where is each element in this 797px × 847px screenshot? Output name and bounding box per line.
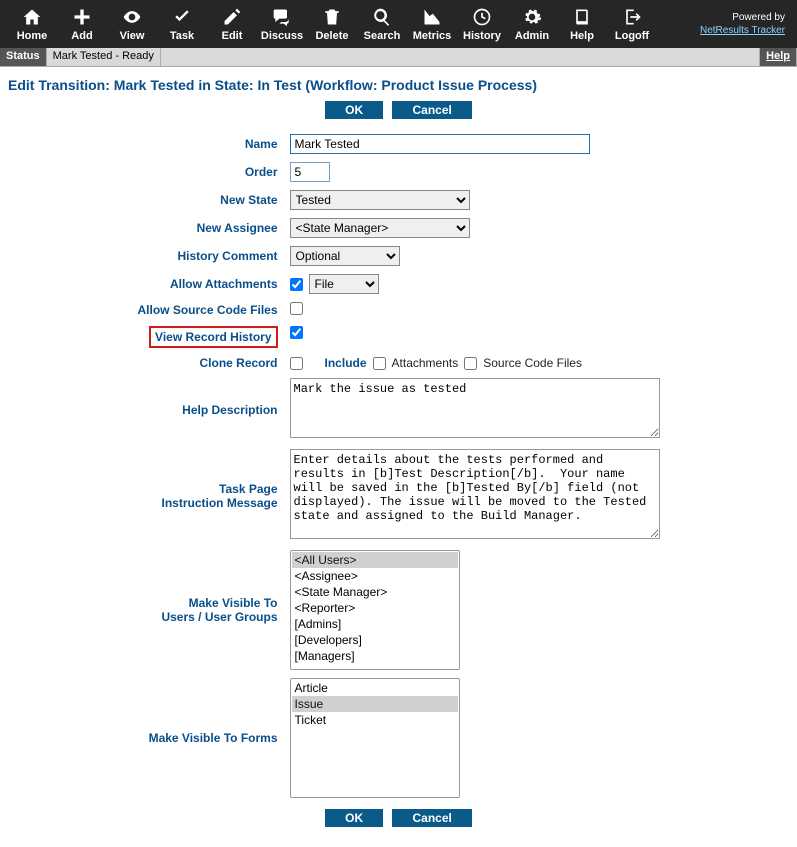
toolbar-home[interactable]: Home [8, 6, 56, 42]
allow-source-label: Allow Source Code Files [133, 299, 283, 321]
new-state-label: New State [133, 187, 283, 213]
status-text: Mark Tested - Ready [47, 48, 161, 66]
clone-attachments-label: Attachments [392, 356, 459, 370]
powered-by-block: Powered by NetResults Tracker [700, 11, 789, 37]
toolbar-help[interactable]: Help [558, 6, 606, 42]
list-option[interactable]: <All Users> [292, 552, 458, 568]
clone-source-label: Source Code Files [483, 356, 582, 370]
visible-users-label-2: Users / User Groups [161, 610, 277, 624]
clone-attachments-checkbox[interactable] [373, 357, 386, 370]
cancel-button-top[interactable]: Cancel [392, 101, 471, 119]
list-option[interactable]: Article [292, 680, 458, 696]
view-record-history-checkbox[interactable] [290, 326, 303, 339]
history-comment-select[interactable]: Optional [290, 246, 400, 266]
new-assignee-label: New Assignee [133, 215, 283, 241]
chart-icon [422, 6, 442, 28]
powered-by-text: Powered by [732, 12, 785, 23]
toolbar-add[interactable]: Add [58, 6, 106, 42]
clone-record-label: Clone Record [133, 353, 283, 373]
ok-button-top[interactable]: OK [325, 101, 383, 119]
trash-icon [322, 6, 342, 28]
eye-icon [122, 6, 142, 28]
visible-forms-select[interactable]: ArticleIssueTicket [290, 678, 460, 798]
order-label: Order [133, 159, 283, 185]
visible-forms-label: Make Visible To Forms [133, 675, 283, 801]
gear-icon [522, 6, 542, 28]
help-desc-label: Help Description [133, 375, 283, 444]
toolbar-admin[interactable]: Admin [508, 6, 556, 42]
toolbar-logoff[interactable]: Logoff [608, 6, 656, 42]
list-option[interactable]: [Admins] [292, 616, 458, 632]
toolbar-task[interactable]: Task [158, 6, 206, 42]
new-assignee-select[interactable]: <State Manager> [290, 218, 470, 238]
clone-record-checkbox[interactable] [290, 357, 303, 370]
home-icon [22, 6, 42, 28]
toolbar-discuss[interactable]: Discuss [258, 6, 306, 42]
attachment-type-select[interactable]: File [309, 274, 379, 294]
visible-users-select[interactable]: <All Users><Assignee><State Manager><Rep… [290, 550, 460, 670]
comments-icon [272, 6, 292, 28]
view-record-history-label: View Record History [149, 326, 277, 348]
page-title: Edit Transition: Mark Tested in State: I… [8, 77, 789, 93]
pencil-icon [222, 6, 242, 28]
allow-source-checkbox[interactable] [290, 302, 303, 315]
plus-icon [72, 6, 92, 28]
list-option[interactable]: Ticket [292, 712, 458, 728]
book-icon [572, 6, 592, 28]
toolbar-edit[interactable]: Edit [208, 6, 256, 42]
logout-icon [622, 6, 642, 28]
list-option[interactable]: Issue [292, 696, 458, 712]
toolbar-history[interactable]: History [458, 6, 506, 42]
list-option[interactable]: [Developers] [292, 632, 458, 648]
order-input[interactable] [290, 162, 330, 182]
task-instr-label-1: Task Page [219, 482, 277, 496]
toolbar-delete[interactable]: Delete [308, 6, 356, 42]
status-label: Status [0, 48, 47, 66]
name-label: Name [133, 131, 283, 157]
visible-users-label-1: Make Visible To [189, 596, 278, 610]
main-toolbar: HomeAddViewTaskEditDiscussDeleteSearchMe… [0, 0, 797, 48]
new-state-select[interactable]: Tested [290, 190, 470, 210]
task-instr-textarea[interactable]: Enter details about the tests performed … [290, 449, 660, 539]
clone-include-label: Include [325, 356, 367, 370]
cancel-button-bottom[interactable]: Cancel [392, 809, 471, 827]
history-comment-label: History Comment [133, 243, 283, 269]
list-option[interactable]: [Managers] [292, 648, 458, 664]
product-link[interactable]: NetResults Tracker [700, 25, 785, 36]
clock-icon [472, 6, 492, 28]
task-instr-label-2: Instruction Message [161, 496, 277, 510]
status-help-link[interactable]: Help [759, 48, 797, 66]
toolbar-metrics[interactable]: Metrics [408, 6, 456, 42]
check-icon [172, 6, 192, 28]
list-option[interactable]: <Assignee> [292, 568, 458, 584]
list-option[interactable]: <State Manager> [292, 584, 458, 600]
clone-source-checkbox[interactable] [464, 357, 477, 370]
search-icon [372, 6, 392, 28]
ok-button-bottom[interactable]: OK [325, 809, 383, 827]
allow-attachments-label: Allow Attachments [133, 271, 283, 297]
list-option[interactable]: <Reporter> [292, 600, 458, 616]
toolbar-view[interactable]: View [108, 6, 156, 42]
name-input[interactable] [290, 134, 590, 154]
allow-attachments-checkbox[interactable] [290, 278, 303, 291]
toolbar-search[interactable]: Search [358, 6, 406, 42]
status-bar: Status Mark Tested - Ready Help [0, 48, 797, 67]
edit-transition-form: Name Order New State Tested New Assignee… [131, 129, 665, 803]
help-desc-textarea[interactable]: Mark the issue as tested [290, 378, 660, 438]
